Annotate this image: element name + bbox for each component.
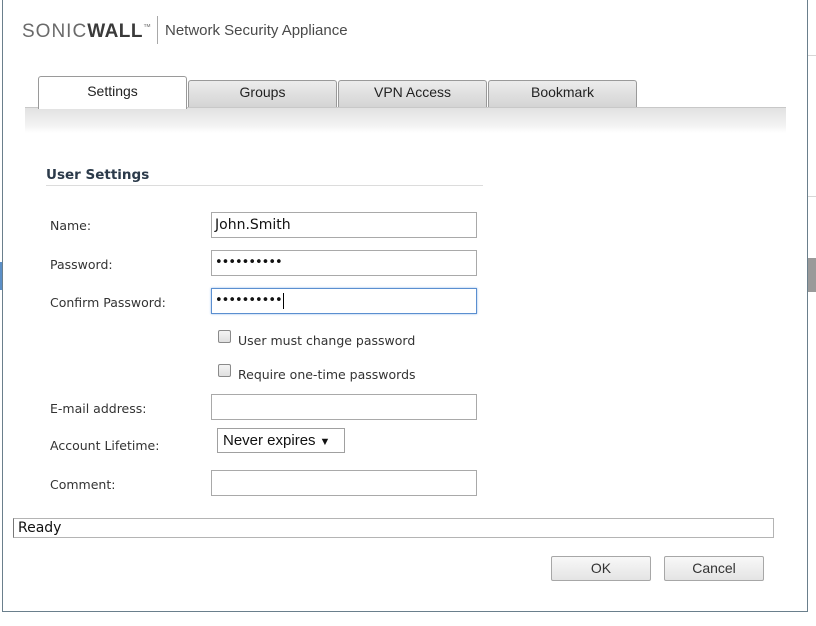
tab-settings[interactable]: Settings <box>38 76 187 109</box>
password-label: Password: <box>50 257 113 272</box>
text-caret <box>282 292 284 309</box>
must-change-password-checkbox[interactable] <box>218 330 231 343</box>
account-lifetime-label: Account Lifetime: <box>50 438 160 453</box>
password-input[interactable]: •••••••••• <box>211 250 477 276</box>
comment-input[interactable] <box>211 470 477 496</box>
email-label: E-mail address: <box>50 401 147 416</box>
tab-content-band <box>25 107 786 133</box>
tab-bookmark[interactable]: Bookmark <box>488 80 637 109</box>
background-tab[interactable] <box>808 258 816 292</box>
one-time-password-checkbox[interactable] <box>218 364 231 377</box>
comment-label: Comment: <box>50 477 116 492</box>
name-value: John.Smith <box>215 217 291 233</box>
account-lifetime-value: Never expires <box>223 432 316 449</box>
screen: SONICWALL™ Network Security Appliance Se… <box>0 0 816 626</box>
name-input[interactable]: John.Smith <box>211 212 477 238</box>
one-time-password-label[interactable]: Require one-time passwords <box>238 367 416 382</box>
product-name: Network Security Appliance <box>165 22 348 39</box>
header-separator <box>157 16 158 44</box>
account-lifetime-select[interactable]: Never expires ▼ <box>217 428 345 453</box>
cancel-button[interactable]: Cancel <box>664 556 764 581</box>
tab-groups[interactable]: Groups <box>188 80 337 109</box>
must-change-password-label[interactable]: User must change password <box>238 333 415 348</box>
background-divider <box>808 55 816 56</box>
ok-button[interactable]: OK <box>551 556 651 581</box>
section-divider <box>46 185 483 186</box>
confirm-password-input[interactable]: •••••••••• <box>211 288 477 314</box>
confirm-password-value: •••••••••• <box>215 293 283 308</box>
user-settings-dialog: SONICWALL™ Network Security Appliance Se… <box>2 0 808 612</box>
background-window-edge <box>807 0 816 626</box>
section-title: User Settings <box>46 167 150 183</box>
sonicwall-logo: SONICWALL™ <box>22 21 153 42</box>
status-bar: Ready <box>13 518 774 538</box>
background-divider <box>808 196 816 197</box>
tab-vpn-access[interactable]: VPN Access <box>338 80 487 109</box>
email-input[interactable] <box>211 394 477 420</box>
dropdown-arrow-icon: ▼ <box>319 436 331 448</box>
confirm-password-label: Confirm Password: <box>50 295 166 310</box>
name-label: Name: <box>50 218 92 233</box>
password-value: •••••••••• <box>215 255 283 270</box>
dialog-header: SONICWALL™ Network Security Appliance <box>3 0 807 59</box>
